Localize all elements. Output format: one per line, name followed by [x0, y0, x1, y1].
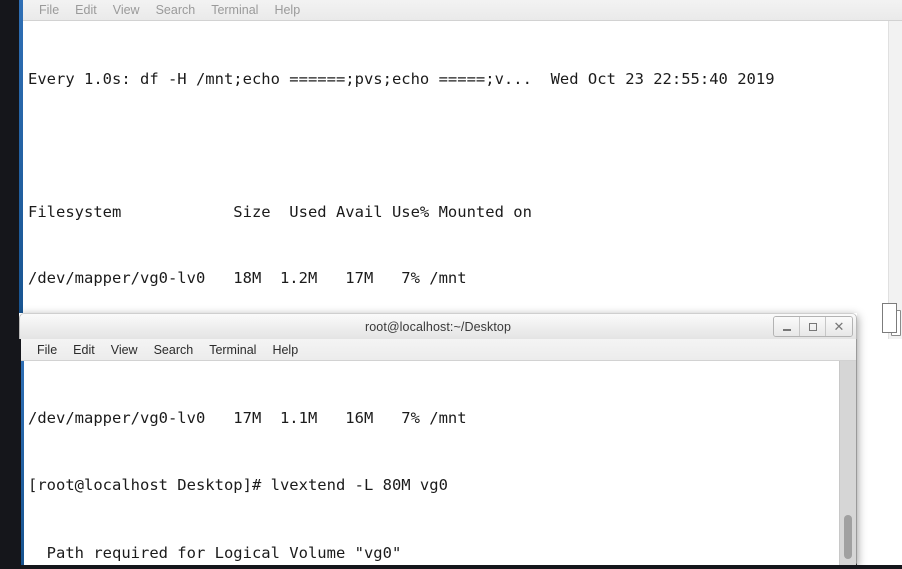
background-terminal-inner: File Edit View Search Terminal Help Ever…: [23, 0, 902, 569]
menu-item-help[interactable]: Help: [264, 339, 306, 361]
menu-item-search[interactable]: Search: [146, 339, 202, 361]
background-terminal-window[interactable]: File Edit View Search Terminal Help Ever…: [19, 0, 902, 569]
terminal-line: /dev/mapper/vg0-lv0 18M 1.2M 17M 7% /mnt: [28, 269, 467, 288]
terminal-line: [root@localhost Desktop]# lvextend -L 80…: [28, 476, 448, 495]
menu-item-view[interactable]: View: [105, 0, 148, 21]
foreground-terminal-scrollbar[interactable]: [839, 361, 856, 565]
background-terminal-scrollbar[interactable]: [888, 21, 902, 339]
close-button[interactable]: ✕: [826, 317, 852, 336]
terminal-line: Every 1.0s: df -H /mnt;echo ======;pvs;e…: [28, 69, 775, 88]
terminal-line: Path required for Logical Volume "vg0": [28, 543, 402, 562]
desktop-bottom-strip: [0, 565, 902, 569]
foreground-terminal-window[interactable]: root@localhost:~/Desktop ✕ File Edit Vie…: [19, 313, 857, 565]
foreground-terminal-output[interactable]: /dev/mapper/vg0-lv0 17M 1.1M 16M 7% /mnt…: [24, 361, 838, 565]
background-terminal-menubar[interactable]: File Edit View Search Terminal Help: [23, 0, 902, 21]
terminal-line: /dev/mapper/vg0-lv0 17M 1.1M 16M 7% /mnt: [28, 409, 467, 428]
close-icon: ✕: [833, 319, 845, 334]
desktop-left-strip: [0, 0, 19, 569]
maximize-icon: [808, 322, 817, 331]
window-title: root@localhost:~/Desktop: [364, 319, 512, 334]
terminal-left-accent-bar: [21, 361, 24, 565]
window-controls[interactable]: ✕: [773, 316, 853, 337]
menu-item-edit[interactable]: Edit: [67, 0, 105, 21]
terminal-line: Filesystem Size Used Avail Use% Mounted …: [28, 202, 532, 221]
menu-item-terminal[interactable]: Terminal: [201, 339, 264, 361]
menu-item-file[interactable]: File: [29, 339, 65, 361]
background-scrollbar-thumb-overlay[interactable]: [882, 303, 897, 333]
menu-item-help[interactable]: Help: [266, 0, 308, 21]
window-left-accent-bar: [19, 0, 23, 339]
foreground-terminal-menubar[interactable]: File Edit View Search Terminal Help: [21, 339, 856, 361]
menu-item-edit[interactable]: Edit: [65, 339, 103, 361]
titlebar[interactable]: root@localhost:~/Desktop ✕: [19, 313, 857, 339]
menu-item-search[interactable]: Search: [148, 0, 204, 21]
minimize-icon: [782, 329, 791, 331]
minimize-button[interactable]: [774, 317, 800, 336]
foreground-terminal-body: File Edit View Search Terminal Help /dev…: [19, 339, 857, 565]
menu-item-file[interactable]: File: [31, 0, 67, 21]
menu-item-terminal[interactable]: Terminal: [203, 0, 266, 21]
screen: File Edit View Search Terminal Help Ever…: [0, 0, 902, 569]
foreground-terminal-area[interactable]: /dev/mapper/vg0-lv0 17M 1.1M 16M 7% /mnt…: [21, 361, 856, 565]
menu-item-view[interactable]: View: [103, 339, 146, 361]
scrollbar-thumb[interactable]: [844, 515, 852, 559]
maximize-button[interactable]: [800, 317, 826, 336]
